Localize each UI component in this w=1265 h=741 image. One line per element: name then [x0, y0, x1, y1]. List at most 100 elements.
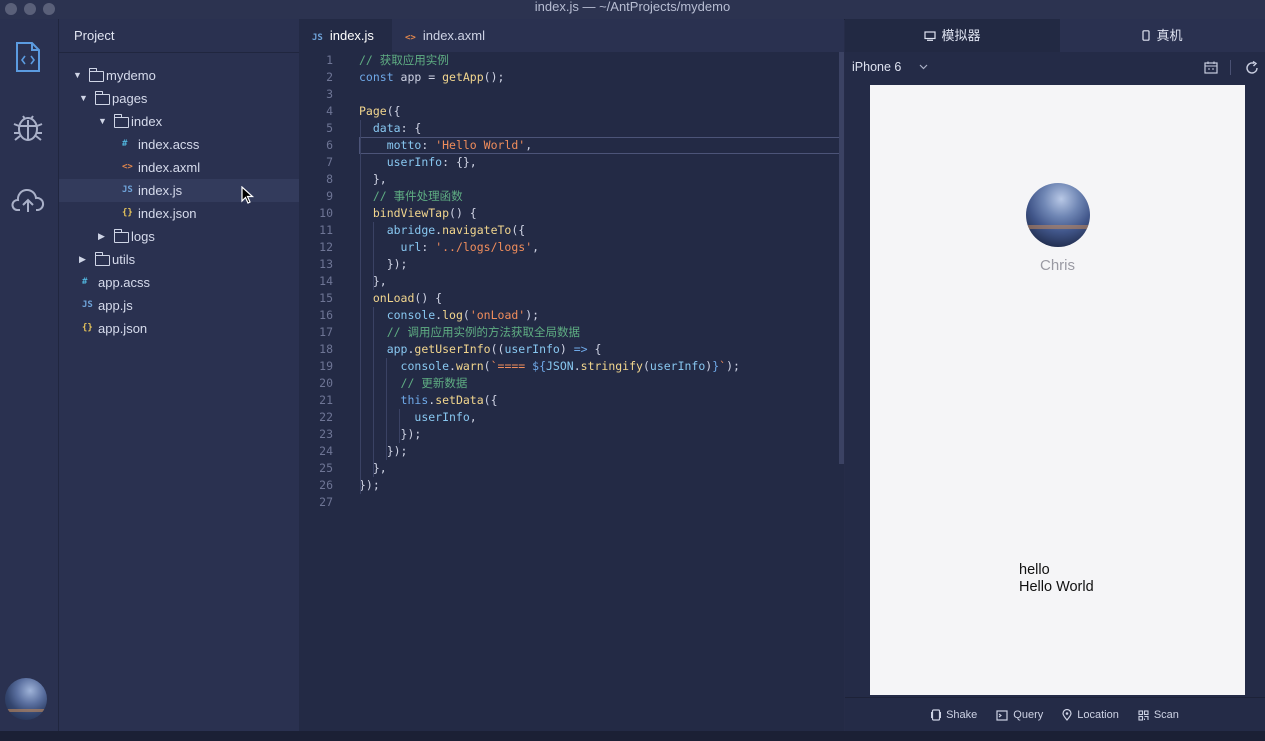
code-token: : { — [400, 121, 422, 135]
code-token: 'onLoad' — [469, 308, 526, 322]
editor-tab-index-axml[interactable]: <> index.axml — [392, 19, 502, 52]
code-line[interactable]: 20 // 更新数据 — [299, 375, 839, 392]
location-button[interactable]: Location — [1062, 709, 1119, 721]
code-token: bindViewTap — [372, 206, 450, 220]
caret-right-icon[interactable]: ▶ — [98, 225, 108, 248]
editor-tab-index-js[interactable]: JS index.js — [299, 19, 392, 52]
scan-button[interactable]: Scan — [1138, 709, 1179, 721]
editor-scrollbar[interactable] — [839, 52, 844, 464]
tree-item-index-acss[interactable]: # index.acss — [59, 133, 299, 156]
code-line[interactable]: 21 this.setData({ — [299, 392, 839, 409]
indent-guide — [373, 222, 374, 290]
phone-screen[interactable]: Chris hello Hello World — [870, 85, 1245, 695]
shake-button[interactable]: Shake — [931, 709, 977, 721]
tree-item-index-json[interactable]: {} index.json — [59, 202, 299, 225]
code-area[interactable]: 1// 获取应用实例 2 const app = getApp(); 3 4 Page({… — [299, 52, 841, 511]
calendar-icon[interactable] — [1204, 61, 1218, 74]
activity-debug-button[interactable] — [6, 105, 50, 149]
indent-guide — [386, 358, 387, 460]
caret-right-icon[interactable]: ▶ — [79, 248, 89, 271]
code-text: }); — [359, 477, 380, 494]
code-line[interactable]: 8 }, — [299, 171, 839, 188]
device-select[interactable]: iPhone 6 — [852, 60, 928, 74]
cloud-upload-icon — [11, 189, 45, 212]
acss-file-icon: # — [82, 277, 88, 287]
code-line[interactable]: 11 abridge.navigateTo({ — [299, 222, 839, 239]
code-line[interactable]: 22 userInfo, — [299, 409, 839, 426]
code-line[interactable]: 15 onLoad() { — [299, 290, 839, 307]
code-line[interactable]: 27 — [299, 494, 839, 511]
tree-item-label: app.js — [98, 298, 133, 313]
code-line[interactable]: 2 const app = getApp(); — [299, 69, 839, 86]
js-file-icon: JS — [82, 300, 93, 310]
code-line[interactable]: 17 // 调用应用实例的方法获取全局数据 — [299, 324, 839, 341]
line-number: 27 — [319, 495, 333, 509]
code-line[interactable]: 12 url: '../logs/logs', — [299, 239, 839, 256]
code-line[interactable]: 6 motto: 'Hello World', — [299, 137, 841, 154]
line-number: 18 — [319, 342, 333, 356]
code-token: , — [469, 410, 477, 424]
code-token: . — [449, 359, 456, 373]
caret-down-icon[interactable]: ▼ — [79, 87, 89, 110]
tree-item-app-json[interactable]: {} app.json — [59, 317, 299, 340]
code-line[interactable]: 5 data: { — [299, 120, 839, 137]
line-number: 12 — [319, 240, 333, 254]
code-token: ( — [462, 308, 470, 322]
code-line[interactable]: 4 Page({ — [299, 103, 839, 120]
activity-explorer-button[interactable] — [6, 35, 50, 79]
line-number: 15 — [319, 291, 333, 305]
code-token: log — [442, 308, 463, 322]
code-line[interactable]: 23 }); — [299, 426, 839, 443]
code-text: const app = getApp(); — [359, 69, 504, 86]
code-line[interactable]: 16 console.log('onLoad'); — [299, 307, 839, 324]
line-number: 20 — [319, 376, 333, 390]
code-line[interactable]: 24 }); — [299, 443, 839, 460]
code-line[interactable]: 3 — [299, 86, 839, 103]
query-button[interactable]: Query — [996, 709, 1043, 721]
code-line[interactable]: 7 userInfo: {}, — [299, 154, 839, 171]
code-line[interactable]: 14 }, — [299, 273, 839, 290]
tree-item-mydemo[interactable]: ▼ mydemo — [59, 64, 299, 87]
caret-down-icon[interactable]: ▼ — [98, 110, 108, 133]
profile-avatar[interactable] — [1026, 183, 1090, 247]
code-line[interactable]: 1 // 获取应用实例 — [299, 52, 839, 69]
code-text: onLoad() { — [359, 290, 442, 307]
line-number: 6 — [326, 138, 333, 152]
caret-down-icon[interactable]: ▼ — [73, 64, 83, 87]
tree-item-app-acss[interactable]: # app.acss — [59, 271, 299, 294]
tree-item-utils[interactable]: ▶ utils — [59, 248, 299, 271]
code-line[interactable]: 26}); — [299, 477, 839, 494]
code-line[interactable]: 9 // 事件处理函数 — [299, 188, 839, 205]
code-line[interactable]: 19 console.warn(`==== ${JSON.stringify(u… — [299, 358, 839, 375]
file-tree: ▼ mydemo ▼ pages ▼ index # index.acss <> index.ax… — [59, 64, 299, 340]
code-line[interactable]: 25 }, — [299, 460, 839, 477]
code-line[interactable]: 18 app.getUserInfo((userInfo) => { — [299, 341, 839, 358]
tree-item-pages[interactable]: ▼ pages — [59, 87, 299, 110]
tree-item-app-js[interactable]: JS app.js — [59, 294, 299, 317]
tree-item-logs[interactable]: ▶ logs — [59, 225, 299, 248]
code-text: userInfo, — [359, 409, 477, 426]
tree-item-index-js[interactable]: JS index.js — [59, 179, 299, 202]
code-token: (( — [490, 342, 505, 356]
editor-tab-label: index.js — [329, 28, 374, 43]
code-editor: JS index.js <> index.axml 1 // 获取应用实例 2 const … — [299, 19, 844, 731]
code-line[interactable]: 10 bindViewTap() { — [299, 205, 839, 222]
code-token: (); — [483, 70, 505, 84]
line-number: 13 — [319, 257, 333, 271]
refresh-icon[interactable] — [1245, 61, 1259, 75]
user-avatar[interactable] — [5, 678, 47, 720]
activity-upload-button[interactable] — [6, 179, 50, 223]
code-token: stringify — [580, 359, 643, 373]
hello-text: hello — [1019, 562, 1050, 578]
shake-icon — [931, 709, 942, 721]
code-line[interactable]: 13 }); — [299, 256, 839, 273]
tab-device[interactable]: 真机 — [1060, 19, 1265, 52]
tree-item-index-axml[interactable]: <> index.axml — [59, 156, 299, 179]
tab-simulator[interactable]: 模拟器 — [845, 19, 1060, 52]
code-text: console.warn(`==== ${JSON.stringify(user… — [359, 358, 740, 375]
tree-item-index[interactable]: ▼ index — [59, 110, 299, 133]
code-token: }); — [359, 444, 408, 458]
